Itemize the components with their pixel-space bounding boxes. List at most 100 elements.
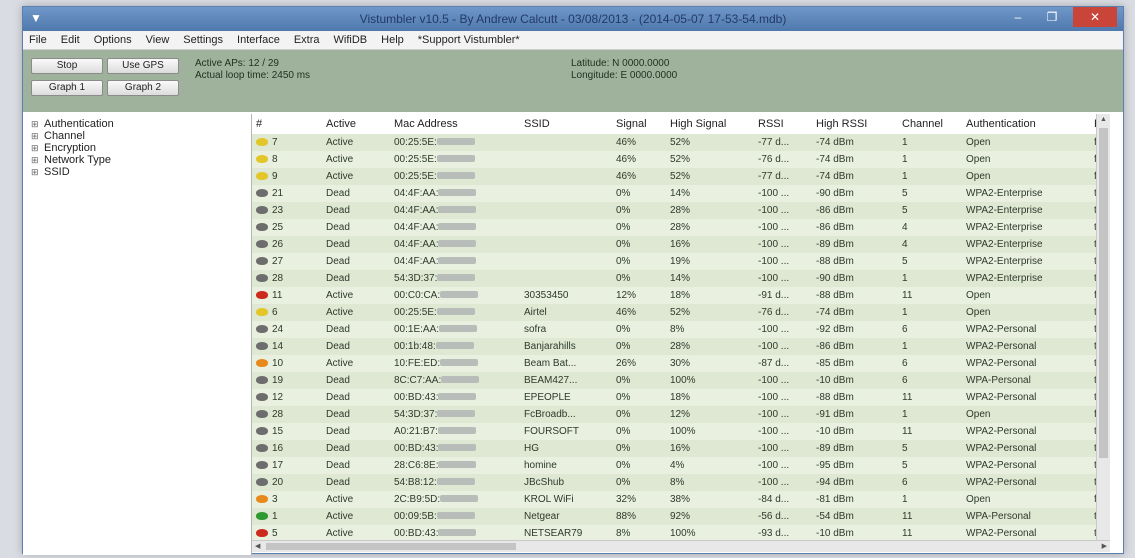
authentication-cell: WPA2-Personal bbox=[962, 457, 1090, 474]
high-signal-cell: 19% bbox=[666, 253, 754, 270]
table-row[interactable]: 3 Active 2C:B9:5D: KROL WiFi 32% 38% -84 d... -… bbox=[252, 491, 1110, 508]
col-header-ssid[interactable]: SSID bbox=[520, 114, 612, 134]
expand-icon[interactable]: ⊞ bbox=[31, 154, 40, 166]
minimize-button[interactable]: – bbox=[1001, 7, 1035, 27]
table-row[interactable]: 20 Dead 54:B8:12: JBcShub 0% 8% -100 ... -94 dB… bbox=[252, 474, 1110, 491]
maximize-button[interactable]: ❐ bbox=[1035, 7, 1069, 27]
mac-cell: 54:3D:37: bbox=[390, 406, 520, 423]
active-cell: Active bbox=[322, 355, 390, 372]
graph1-button[interactable]: Graph 1 bbox=[31, 80, 103, 96]
num-cell: 23 bbox=[252, 202, 322, 219]
table-row[interactable]: 15 Dead A0:21:B7: FOURSOFT 0% 100% -100 ... -10… bbox=[252, 423, 1110, 440]
table-row[interactable]: 9 Active 00:25:5E: 46% 52% -77 d... -74 dBm 1 Op… bbox=[252, 168, 1110, 185]
menu-wifidb[interactable]: WifiDB bbox=[334, 34, 368, 46]
graph2-button[interactable]: Graph 2 bbox=[107, 80, 179, 96]
table-row[interactable]: 21 Dead 04:4F:AA: 0% 14% -100 ... -90 dBm 5 WPA2… bbox=[252, 185, 1110, 202]
table-row[interactable]: 16 Dead 00:BD:43: HG 0% 16% -100 ... -89 dBm 5 WP… bbox=[252, 440, 1110, 457]
col-header-rssi[interactable]: RSSI bbox=[754, 114, 812, 134]
row-number: 7 bbox=[272, 137, 278, 148]
table-row[interactable]: 17 Dead 28:C6:8E: homine 0% 4% -100 ... -95 dBm… bbox=[252, 457, 1110, 474]
table-row[interactable]: 28 Dead 54:3D:37: FcBroadb... 0% 12% -100 ... -… bbox=[252, 406, 1110, 423]
active-aps-label: Active APs: 12 / 29 bbox=[195, 58, 279, 69]
col-header-mac[interactable]: Mac Address bbox=[390, 114, 520, 134]
table-row[interactable]: 1 Active 00:09:5B: Netgear 88% 92% -56 d... -54… bbox=[252, 508, 1110, 525]
menu-edit[interactable]: Edit bbox=[61, 34, 80, 46]
col-header-channel[interactable]: Channel bbox=[898, 114, 962, 134]
row-number: 14 bbox=[272, 341, 284, 352]
ssid-cell bbox=[520, 168, 612, 185]
col-header-high-signal[interactable]: High Signal bbox=[666, 114, 754, 134]
table-row[interactable]: 14 Dead 00:1b:48: Banjarahills 0% 28% -100 ...… bbox=[252, 338, 1110, 355]
expand-icon[interactable]: ⊞ bbox=[31, 130, 40, 142]
menu-support[interactable]: *Support Vistumbler* bbox=[418, 34, 520, 46]
col-header-active[interactable]: Active bbox=[322, 114, 390, 134]
scroll-left-icon[interactable]: ◀ bbox=[255, 542, 260, 550]
close-button[interactable]: ✕ bbox=[1073, 7, 1117, 27]
table-row[interactable]: 5 Active 00:BD:43: NETSEAR79 8% 100% -93 d... -… bbox=[252, 525, 1110, 540]
col-header-signal[interactable]: Signal bbox=[612, 114, 666, 134]
menu-file[interactable]: File bbox=[29, 34, 47, 46]
redacted-mac-suffix bbox=[440, 359, 479, 366]
mac-cell: 00:25:5E: bbox=[390, 134, 520, 151]
expand-icon[interactable]: ⊞ bbox=[31, 118, 40, 130]
table-row[interactable]: 25 Dead 04:4F:AA: 0% 28% -100 ... -86 dBm 4 WPA2… bbox=[252, 219, 1110, 236]
mac-cell: 00:C0:CA: bbox=[390, 287, 520, 304]
table-row[interactable]: 7 Active 00:25:5E: 46% 52% -77 d... -74 dBm 1 Op… bbox=[252, 134, 1110, 151]
tree-item-ssid[interactable]: ⊞ SSID bbox=[23, 166, 251, 178]
table-row[interactable]: 28 Dead 54:3D:37: 0% 14% -100 ... -90 dBm 1 WPA2… bbox=[252, 270, 1110, 287]
signal-status-icon bbox=[256, 410, 268, 419]
num-cell: 14 bbox=[252, 338, 322, 355]
tree-item-authentication[interactable]: ⊞ Authentication bbox=[23, 118, 251, 130]
menu-extra[interactable]: Extra bbox=[294, 34, 320, 46]
table-row[interactable]: 11 Active 00:C0:CA: 30353450 12% 18% -91 d... -… bbox=[252, 287, 1110, 304]
active-cell: Dead bbox=[322, 185, 390, 202]
mac-prefix: 00:09:5B: bbox=[394, 511, 437, 522]
active-cell: Dead bbox=[322, 338, 390, 355]
menu-interface[interactable]: Interface bbox=[237, 34, 280, 46]
rssi-cell: -100 ... bbox=[754, 423, 812, 440]
mac-cell: 04:4F:AA: bbox=[390, 202, 520, 219]
use-gps-button[interactable]: Use GPS bbox=[107, 58, 179, 74]
channel-cell: 11 bbox=[898, 508, 962, 525]
stop-button[interactable]: Stop bbox=[31, 58, 103, 74]
menu-settings[interactable]: Settings bbox=[183, 34, 223, 46]
col-header-authentication[interactable]: Authentication bbox=[962, 114, 1090, 134]
table-row[interactable]: 6 Active 00:25:5E: Airtel 46% 52% -76 d... -74 … bbox=[252, 304, 1110, 321]
horizontal-scrollbar[interactable]: ◀ ▶ bbox=[252, 540, 1110, 552]
expand-icon[interactable]: ⊞ bbox=[31, 166, 40, 178]
menu-help[interactable]: Help bbox=[381, 34, 404, 46]
table-row[interactable]: 10 Active 10:FE:ED: Beam Bat... 26% 30% -87 d.… bbox=[252, 355, 1110, 372]
scroll-up-icon[interactable]: ▲ bbox=[1100, 116, 1107, 123]
table-row[interactable]: 26 Dead 04:4F:AA: 0% 16% -100 ... -89 dBm 4 WPA2… bbox=[252, 236, 1110, 253]
table-row[interactable]: 24 Dead 00:1E:AA: sofra 0% 8% -100 ... -92 dBm 6… bbox=[252, 321, 1110, 338]
high-signal-cell: 52% bbox=[666, 304, 754, 321]
redacted-mac-suffix bbox=[441, 376, 480, 383]
channel-cell: 5 bbox=[898, 253, 962, 270]
table-row[interactable]: 8 Active 00:25:5E: 46% 52% -76 d... -74 dBm 1 Op… bbox=[252, 151, 1110, 168]
tree-item-encryption[interactable]: ⊞ Encryption bbox=[23, 142, 251, 154]
table-row[interactable]: 19 Dead 8C:C7:AA: BEAM427... 0% 100% -100 ... -… bbox=[252, 372, 1110, 389]
signal-cell: 0% bbox=[612, 185, 666, 202]
table-row[interactable]: 23 Dead 04:4F:AA: 0% 28% -100 ... -86 dBm 5 WPA2… bbox=[252, 202, 1110, 219]
ssid-cell: BEAM427... bbox=[520, 372, 612, 389]
scroll-right-icon[interactable]: ▶ bbox=[1102, 542, 1107, 550]
expand-icon[interactable]: ⊞ bbox=[31, 142, 40, 154]
col-header-high-rssi[interactable]: High RSSI bbox=[812, 114, 898, 134]
menu-options[interactable]: Options bbox=[94, 34, 132, 46]
vertical-scrollbar[interactable]: ▲ bbox=[1096, 114, 1110, 540]
ssid-cell: JBcShub bbox=[520, 474, 612, 491]
mac-prefix: 04:4F:AA: bbox=[394, 188, 439, 199]
tree-item-network-type[interactable]: ⊞ Network Type bbox=[23, 154, 251, 166]
active-cell: Dead bbox=[322, 236, 390, 253]
signal-status-icon bbox=[256, 206, 268, 215]
tree-label: Encryption bbox=[44, 142, 96, 154]
mac-prefix: 8C:C7:AA: bbox=[394, 375, 442, 386]
vertical-scroll-thumb[interactable] bbox=[1099, 128, 1108, 458]
table-row[interactable]: 12 Dead 00:BD:43: EPEOPLE 0% 18% -100 ... -88 d… bbox=[252, 389, 1110, 406]
horizontal-scroll-thumb[interactable] bbox=[266, 543, 516, 550]
menu-view[interactable]: View bbox=[146, 34, 170, 46]
col-header-num[interactable]: # bbox=[252, 114, 322, 134]
tree-item-channel[interactable]: ⊞ Channel bbox=[23, 130, 251, 142]
table-row[interactable]: 27 Dead 04:4F:AA: 0% 19% -100 ... -88 dBm 5 WPA2… bbox=[252, 253, 1110, 270]
signal-cell: 46% bbox=[612, 168, 666, 185]
